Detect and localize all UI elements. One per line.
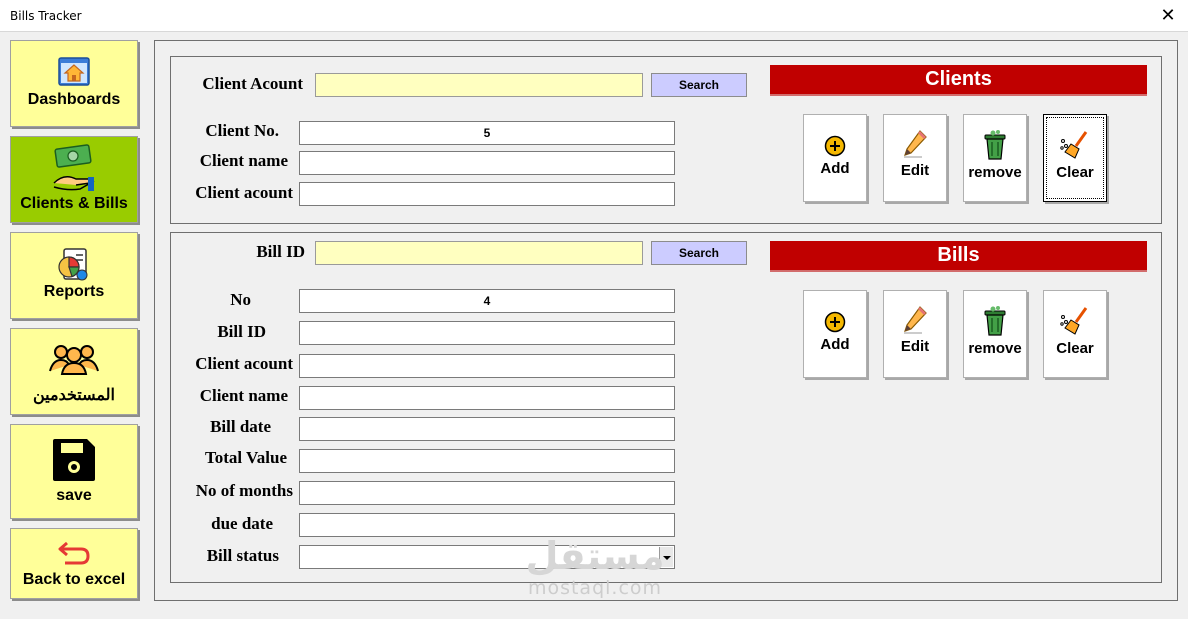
client-name-field[interactable] [299, 151, 675, 175]
title-bar: Bills Tracker ✕ [0, 0, 1188, 32]
no-of-months-field[interactable] [299, 481, 675, 505]
nav-users-label: المستخدمين [33, 387, 115, 404]
client-acount-label: Client acount [195, 183, 293, 202]
bill-clear-button[interactable]: Clear [1043, 290, 1107, 378]
bill-client-name-field[interactable] [299, 386, 675, 410]
client-no-label: Client No. [205, 121, 279, 140]
client-remove-label: remove [968, 164, 1022, 181]
dashboard-home-icon [58, 57, 90, 86]
money-hand-icon [53, 144, 95, 191]
total-value-field[interactable] [299, 449, 675, 473]
add-circle-icon [824, 311, 846, 333]
client-search-button[interactable]: Search [651, 73, 747, 97]
total-value-label: Total Value [204, 448, 287, 467]
client-acount-field[interactable] [299, 182, 675, 206]
bill-remove-label: remove [968, 340, 1022, 357]
no-of-months-label: No of months [195, 481, 293, 500]
nav-reports-button[interactable]: Reports [10, 232, 138, 319]
trash-bin-icon [984, 130, 1006, 160]
nav-dashboards-label: Dashboards [27, 91, 121, 108]
nav-users-button[interactable]: المستخدمين [10, 328, 138, 415]
bill-no-label: No [230, 290, 251, 309]
bill-no-field[interactable]: 4 [299, 289, 675, 313]
nav-back-label: Back to excel [22, 571, 126, 588]
report-chart-icon [58, 248, 88, 281]
bill-client-acount-field[interactable] [299, 354, 675, 378]
bill-status-label: Bill status [206, 546, 279, 565]
client-name-label: Client name [199, 151, 288, 170]
bill-id-field[interactable] [299, 321, 675, 345]
client-account-input[interactable] [315, 73, 643, 97]
bill-edit-button[interactable]: Edit [883, 290, 947, 378]
nav-reports-label: Reports [43, 283, 105, 300]
bill-search-button[interactable]: Search [651, 241, 747, 265]
add-circle-icon [824, 135, 846, 157]
bill-remove-button[interactable]: remove [963, 290, 1027, 378]
trash-bin-icon [984, 306, 1006, 336]
nav-save-label: save [56, 487, 92, 504]
bill-id-search-label: Bill ID [256, 242, 305, 261]
broom-icon [1060, 131, 1088, 159]
client-clear-label: Clear [1056, 164, 1094, 181]
bill-client-acount-label: Client acount [195, 354, 293, 373]
nav-clients-bills-label: Clients & Bills [20, 195, 128, 212]
client-edit-button[interactable]: Edit [883, 114, 947, 202]
nav-save-button[interactable]: save [10, 424, 138, 519]
users-icon [49, 345, 99, 375]
client-clear-button[interactable]: Clear [1043, 114, 1107, 202]
client-add-label: Add [820, 160, 850, 177]
client-no-field[interactable]: 5 [299, 121, 675, 145]
watermark-arabic: مستقل [525, 534, 665, 578]
bill-edit-label: Edit [900, 338, 930, 355]
back-arrow-icon [58, 541, 90, 565]
close-icon[interactable]: ✕ [1158, 5, 1178, 25]
floppy-disk-icon [53, 439, 95, 481]
bill-id-search-input[interactable] [315, 241, 643, 265]
watermark-logo: مستقل mostaql.com [520, 534, 670, 598]
bill-id-label: Bill ID [217, 322, 266, 341]
client-remove-button[interactable]: remove [963, 114, 1027, 202]
pencil-icon [904, 306, 927, 334]
client-add-button[interactable]: Add [803, 114, 867, 202]
pencil-icon [904, 130, 927, 158]
broom-icon [1060, 307, 1088, 335]
bill-client-name-label: Client name [199, 386, 288, 405]
bill-clear-label: Clear [1056, 340, 1094, 357]
nav-back-to-excel-button[interactable]: Back to excel [10, 528, 138, 599]
client-edit-label: Edit [900, 162, 930, 179]
bill-add-label: Add [820, 336, 850, 353]
bill-date-field[interactable] [299, 417, 675, 441]
nav-dashboards-button[interactable]: Dashboards [10, 40, 138, 127]
client-account-label: Client Acount [202, 74, 303, 93]
due-date-label: due date [211, 514, 273, 533]
bill-add-button[interactable]: Add [803, 290, 867, 378]
watermark-latin: mostaql.com [527, 577, 663, 599]
window-title: Bills Tracker [10, 9, 82, 23]
clients-header: Clients [770, 65, 1147, 96]
bills-header: Bills [770, 241, 1147, 272]
nav-clients-bills-button[interactable]: Clients & Bills [10, 136, 138, 223]
bill-date-label: Bill date [210, 417, 271, 436]
